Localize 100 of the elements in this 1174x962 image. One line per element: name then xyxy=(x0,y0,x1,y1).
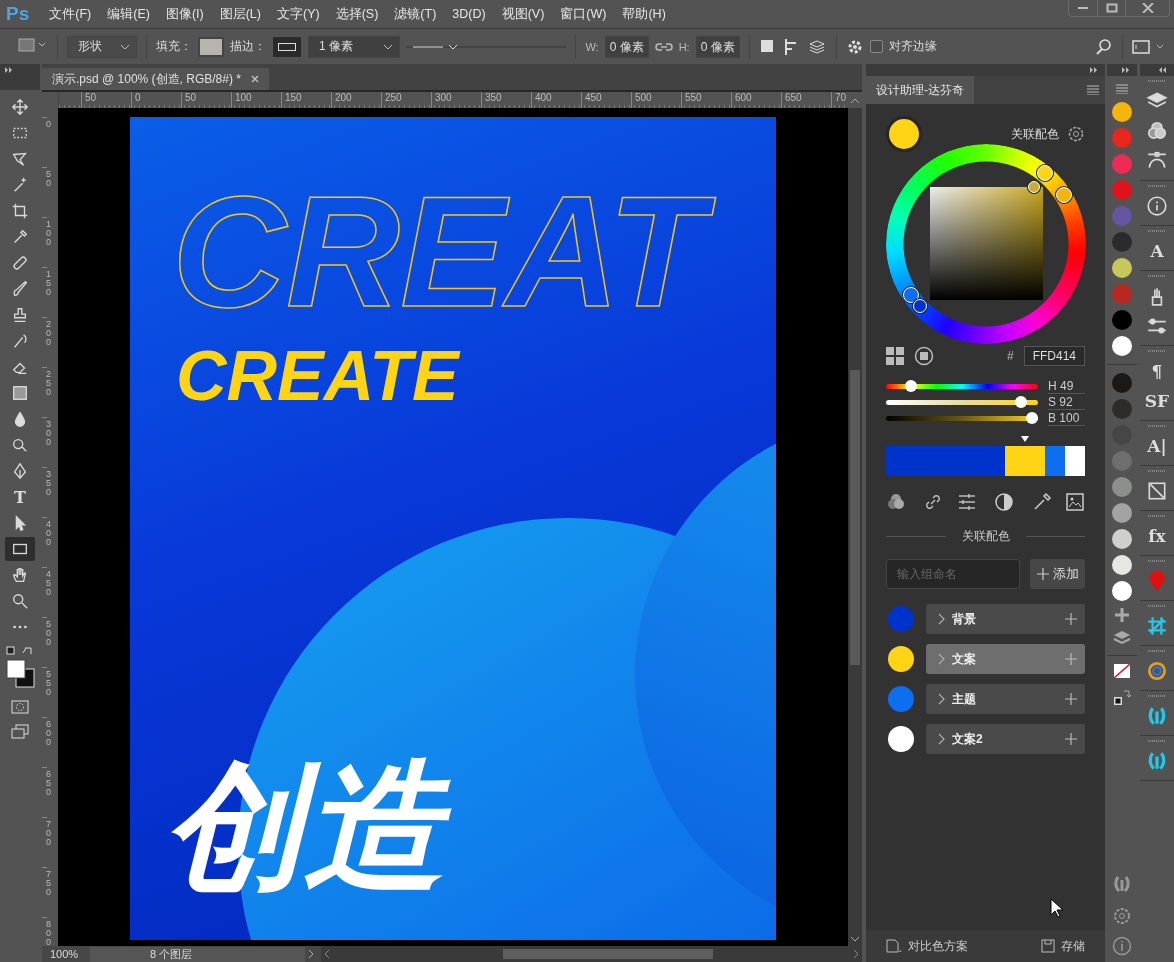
color-swatch[interactable] xyxy=(1112,154,1132,174)
type-tool[interactable]: T xyxy=(5,485,35,509)
color-swatch[interactable] xyxy=(1112,180,1132,200)
plus-icon[interactable] xyxy=(1114,607,1130,623)
workspace-icon[interactable] xyxy=(1132,39,1166,54)
menu-item[interactable]: 选择(S) xyxy=(327,5,387,23)
settings-icon[interactable] xyxy=(1112,906,1132,926)
stop-icon[interactable] xyxy=(914,346,934,366)
plus-icon[interactable] xyxy=(1065,613,1077,625)
color-swatch[interactable] xyxy=(1112,258,1132,278)
color-slider[interactable] xyxy=(886,399,1038,405)
swap-colors-icon[interactable] xyxy=(1112,688,1132,708)
color-swatches-icon[interactable] xyxy=(3,645,37,691)
link-icon[interactable] xyxy=(654,41,673,52)
skew-icon[interactable] xyxy=(1146,480,1168,502)
image-icon[interactable] xyxy=(1064,492,1085,512)
vertical-scrollbar[interactable] xyxy=(848,108,862,946)
color-swatch[interactable] xyxy=(1112,232,1132,252)
panel-button[interactable]: SF xyxy=(1144,390,1170,412)
chevron-right-icon[interactable] xyxy=(938,733,946,745)
stroke-swatch[interactable] xyxy=(272,35,302,58)
color-swatch[interactable] xyxy=(1112,102,1132,122)
color-swatch[interactable] xyxy=(1112,581,1132,601)
stroke-width-dropdown[interactable]: 1 像素 xyxy=(308,35,400,58)
menu-item[interactable]: 图像(I) xyxy=(157,5,212,23)
search-icon[interactable] xyxy=(1095,37,1113,56)
menu-item[interactable]: 窗口(W) xyxy=(552,5,615,23)
bird-icon[interactable] xyxy=(1146,750,1168,772)
color-swatch[interactable] xyxy=(1112,373,1132,393)
chevron-right-icon[interactable] xyxy=(938,613,946,625)
zoom-level[interactable]: 100% xyxy=(42,948,90,960)
color-swatch[interactable] xyxy=(1112,477,1132,497)
panel-button[interactable]: A xyxy=(1150,240,1164,262)
no-color-icon[interactable] xyxy=(1114,664,1130,678)
height-field[interactable]: 0 像素 xyxy=(695,35,740,58)
palette-swatch[interactable] xyxy=(886,446,1006,476)
menu-item[interactable]: 文件(F) xyxy=(41,5,100,23)
slider-thumb[interactable] xyxy=(905,379,918,392)
panel-button[interactable]: fx xyxy=(1148,525,1166,547)
panel-button[interactable]: A| xyxy=(1147,435,1167,457)
scheme-dropdown[interactable]: 关联配色 xyxy=(1011,125,1059,143)
color-swatch[interactable] xyxy=(1112,399,1132,419)
menu-item[interactable]: 滤镜(T) xyxy=(386,5,445,23)
hash-icon[interactable] xyxy=(1146,615,1168,637)
menu-item[interactable]: 3D(D) xyxy=(444,7,494,21)
circles-icon[interactable] xyxy=(1146,120,1168,142)
plus-icon[interactable] xyxy=(1065,733,1077,745)
color-group[interactable]: 文案2 xyxy=(926,724,1085,754)
hex-field[interactable]: FFD414 xyxy=(1023,346,1085,366)
panel-button[interactable]: ¶ xyxy=(1151,360,1163,382)
color-swatch[interactable] xyxy=(1112,451,1132,471)
palette-swatch[interactable] xyxy=(1005,446,1046,476)
color-swatch[interactable] xyxy=(1112,206,1132,226)
color-swatch[interactable] xyxy=(1112,310,1132,330)
menu-item[interactable]: 文字(Y) xyxy=(269,5,328,23)
slider-thumb[interactable] xyxy=(1026,411,1038,424)
screen-mode-icon[interactable] xyxy=(10,723,30,739)
document-tab[interactable]: 演示.psd @ 100% (创造, RGB/8#) * xyxy=(42,68,269,90)
collapse-icon[interactable] xyxy=(1089,67,1099,73)
chevron-right-icon[interactable] xyxy=(938,693,946,705)
plus-icon[interactable] xyxy=(1065,693,1077,705)
width-field[interactable]: 0 像素 xyxy=(604,35,649,58)
color-group[interactable]: 主题 xyxy=(926,684,1085,714)
settings-icon[interactable] xyxy=(1067,125,1085,143)
menu-item[interactable]: 视图(V) xyxy=(493,5,553,23)
rectangle-tool[interactable] xyxy=(5,537,35,561)
color-swatch[interactable] xyxy=(1112,529,1132,549)
fill-swatch[interactable] xyxy=(198,36,224,57)
menu-icon[interactable] xyxy=(1087,85,1099,95)
color-swatch[interactable] xyxy=(1112,128,1132,148)
color-swatch[interactable] xyxy=(1112,284,1132,304)
grid-icon[interactable] xyxy=(886,347,904,365)
horizontal-scrollbar[interactable] xyxy=(321,946,862,962)
color-swatch[interactable] xyxy=(1112,555,1132,575)
layers-icon[interactable] xyxy=(1112,629,1132,647)
collapse-icon[interactable] xyxy=(1121,67,1131,73)
slider-thumb[interactable] xyxy=(1014,395,1027,408)
menu-item[interactable]: 编辑(E) xyxy=(99,5,158,23)
mode-dropdown[interactable]: 形状 xyxy=(67,35,137,58)
info-icon[interactable] xyxy=(1112,936,1132,956)
menu-item[interactable]: 帮助(H) xyxy=(614,5,674,23)
color-slider[interactable] xyxy=(886,383,1038,389)
group-name-field[interactable]: 输入组命名 xyxy=(886,559,1020,589)
color-slider[interactable] xyxy=(886,415,1038,421)
menu-item[interactable]: 图层(L) xyxy=(211,5,269,23)
save-button[interactable]: 存储 xyxy=(1041,937,1085,955)
collapse-icon[interactable] xyxy=(4,67,14,73)
palette-swatch[interactable] xyxy=(1045,446,1066,476)
quick-mask-icon[interactable] xyxy=(10,699,30,715)
add-button[interactable]: 添加 xyxy=(1030,559,1085,589)
palette-swatch[interactable] xyxy=(1065,446,1085,476)
current-color-dot[interactable] xyxy=(886,116,922,152)
ring-icon[interactable] xyxy=(1146,660,1168,682)
color-swatch[interactable] xyxy=(1112,503,1132,523)
expand-icon[interactable] xyxy=(1158,67,1168,73)
color-group[interactable]: 背景 xyxy=(926,604,1085,634)
contrast-scheme-button[interactable]: 对比色方案 xyxy=(886,937,968,955)
bird-icon[interactable] xyxy=(1146,705,1168,727)
close-icon[interactable] xyxy=(250,75,259,83)
panel-tab[interactable]: 设计助理-达芬奇 xyxy=(866,76,974,104)
